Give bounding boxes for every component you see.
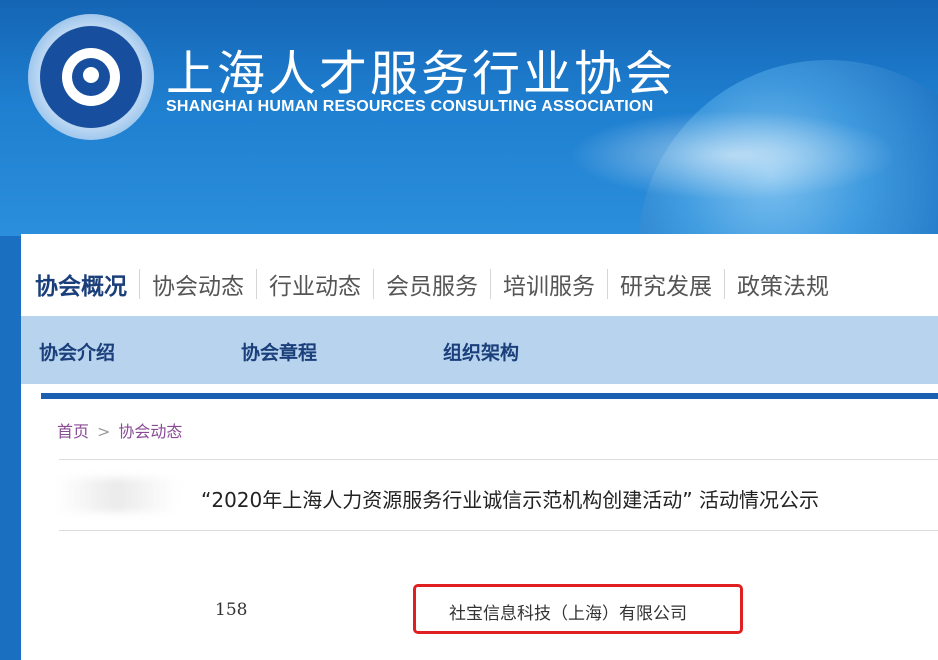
logo-core	[72, 58, 110, 96]
content-top-bar	[41, 393, 938, 399]
breadcrumb: 首页 > 协会动态	[57, 418, 182, 442]
divider	[59, 530, 938, 531]
nav-item-policy[interactable]: 政策法规	[725, 264, 841, 304]
divider	[59, 459, 938, 460]
sub-nav: 协会介绍 协会章程 组织架构	[21, 316, 938, 384]
site-title: 上海人才服务行业协会	[166, 46, 677, 102]
row-number: 158	[215, 600, 248, 620]
header-banner: 上海人才服务行业协会 SHANGHAI HUMAN RESOURCES CONS…	[0, 0, 938, 236]
main-nav: 协会概况 协会动态 行业动态 会员服务 培训服务 研究发展 政策法规	[21, 264, 841, 304]
association-logo[interactable]	[28, 14, 154, 140]
content-panel: 协会概况 协会动态 行业动态 会员服务 培训服务 研究发展 政策法规 协会介绍 …	[21, 234, 938, 660]
nav-item-research[interactable]: 研究发展	[608, 264, 724, 304]
nav-item-training[interactable]: 培训服务	[491, 264, 607, 304]
breadcrumb-current[interactable]: 协会动态	[118, 422, 182, 441]
blurred-element	[57, 478, 177, 512]
article-title: “2020年上海人力资源服务行业诚信示范机构创建活动” 活动情况公示	[201, 488, 819, 512]
subnav-item-structure[interactable]: 组织架构	[443, 338, 519, 365]
breadcrumb-home[interactable]: 首页	[57, 422, 89, 441]
nav-item-about[interactable]: 协会概况	[21, 264, 139, 304]
nav-item-member-services[interactable]: 会员服务	[374, 264, 490, 304]
breadcrumb-separator: >	[97, 422, 111, 441]
banner-shine	[568, 110, 898, 200]
nav-item-industry-news[interactable]: 行业动态	[257, 264, 373, 304]
subnav-item-charter[interactable]: 协会章程	[241, 338, 317, 365]
highlight-box	[413, 584, 743, 634]
subnav-item-intro[interactable]: 协会介绍	[39, 338, 115, 365]
nav-item-association-news[interactable]: 协会动态	[140, 264, 256, 304]
logo-inner	[62, 48, 120, 106]
logo-ring	[40, 26, 142, 128]
site-subtitle: SHANGHAI HUMAN RESOURCES CONSULTING ASSO…	[166, 98, 654, 115]
